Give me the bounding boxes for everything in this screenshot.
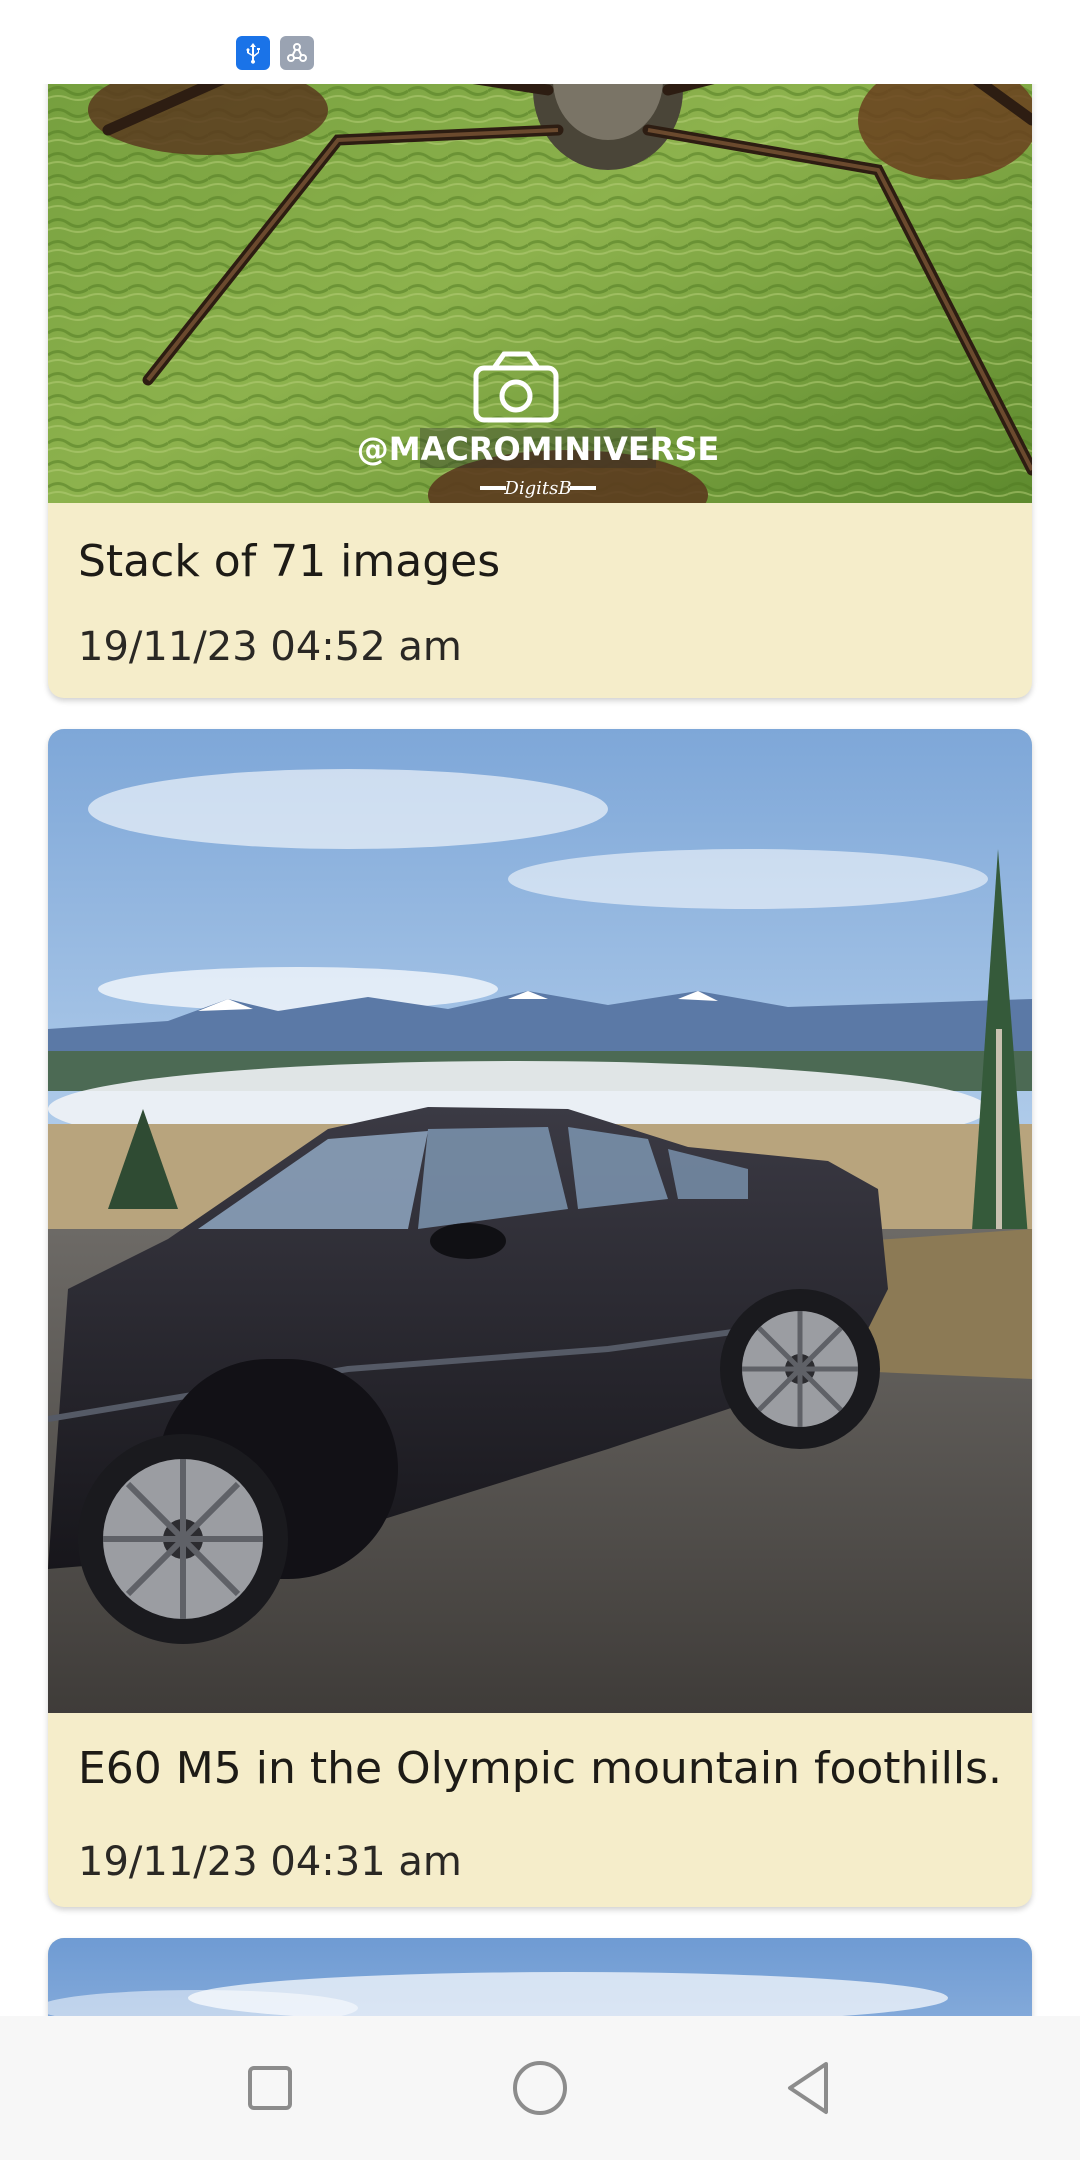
watermark-signature: DigitsB — [503, 478, 571, 499]
post-date: 19/11/23 04:52 am — [78, 624, 462, 670]
post-card[interactable]: E60 M5 in the Olympic mountain foothills… — [48, 729, 1032, 1907]
post-feed[interactable]: @MACROMINIVERSE DigitsB Stack of 71 imag… — [0, 0, 1080, 2016]
status-bar — [0, 0, 1080, 84]
car-mountains-photo[interactable] — [48, 729, 1032, 1713]
post-card[interactable] — [48, 1938, 1032, 2016]
sky-photo[interactable] — [48, 1938, 1032, 2016]
post-card[interactable]: @MACROMINIVERSE DigitsB Stack of 71 imag… — [48, 0, 1032, 698]
post-date: 19/11/23 04:31 am — [78, 1839, 462, 1885]
recent-apps-icon[interactable] — [236, 2054, 304, 2122]
tethering-icon — [280, 36, 314, 70]
back-icon[interactable] — [776, 2054, 844, 2122]
home-icon[interactable] — [506, 2054, 574, 2122]
post-title: E60 M5 in the Olympic mountain foothills… — [78, 1743, 1003, 1794]
post-title: Stack of 71 images — [78, 536, 501, 587]
navigation-bar — [0, 2016, 1080, 2160]
usb-icon — [236, 36, 270, 70]
watermark-text: @MACROMINIVERSE — [357, 430, 720, 468]
